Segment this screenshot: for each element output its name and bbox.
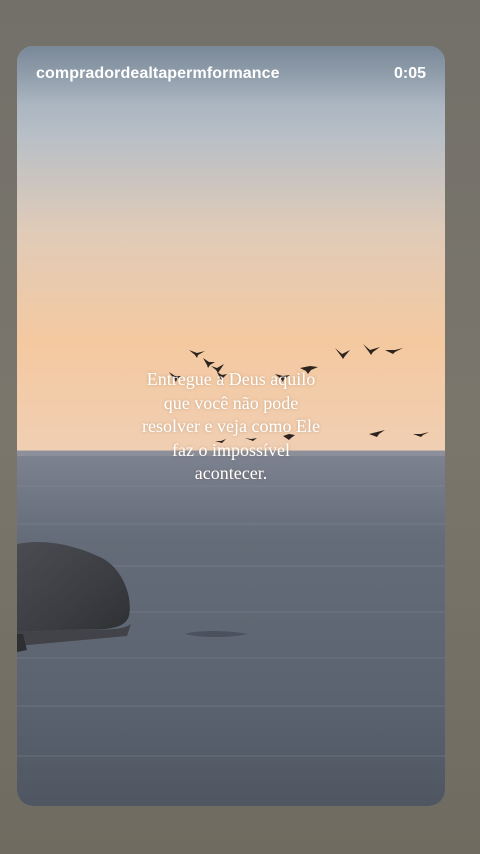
story-card[interactable]: compradordealtapermformance 0:05 Entregu… xyxy=(17,46,445,806)
story-timer: 0:05 xyxy=(393,65,426,82)
story-header: compradordealtapermformance 0:05 xyxy=(17,46,445,106)
quote-line: faz o impossível xyxy=(172,439,290,460)
story-username[interactable]: compradordealtapermformance xyxy=(36,65,280,83)
quote-line: acontecer. xyxy=(194,463,268,483)
story-quote-text: Entregue a Deus aquilo que você não pode… xyxy=(101,368,361,486)
quote-line: que você não pode xyxy=(163,392,299,413)
quote-line: resolver e veja como Ele xyxy=(142,416,320,436)
quote-line: Entregue a Deus aquilo xyxy=(146,369,316,389)
